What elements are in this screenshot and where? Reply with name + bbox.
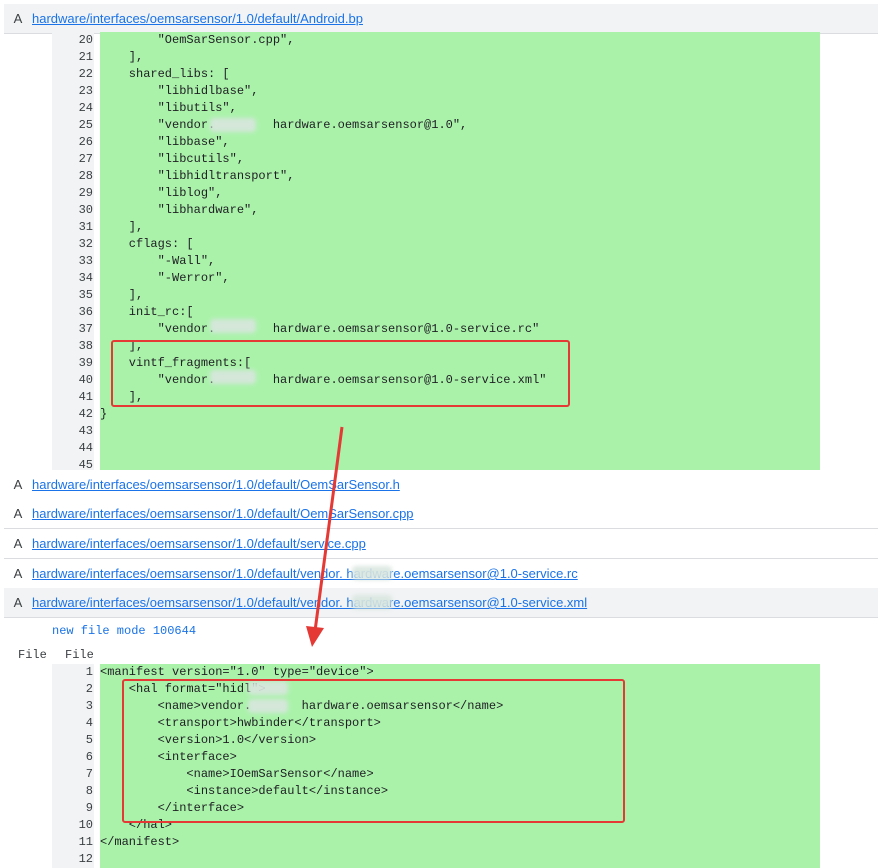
annotation-arrow-icon [306, 426, 344, 647]
